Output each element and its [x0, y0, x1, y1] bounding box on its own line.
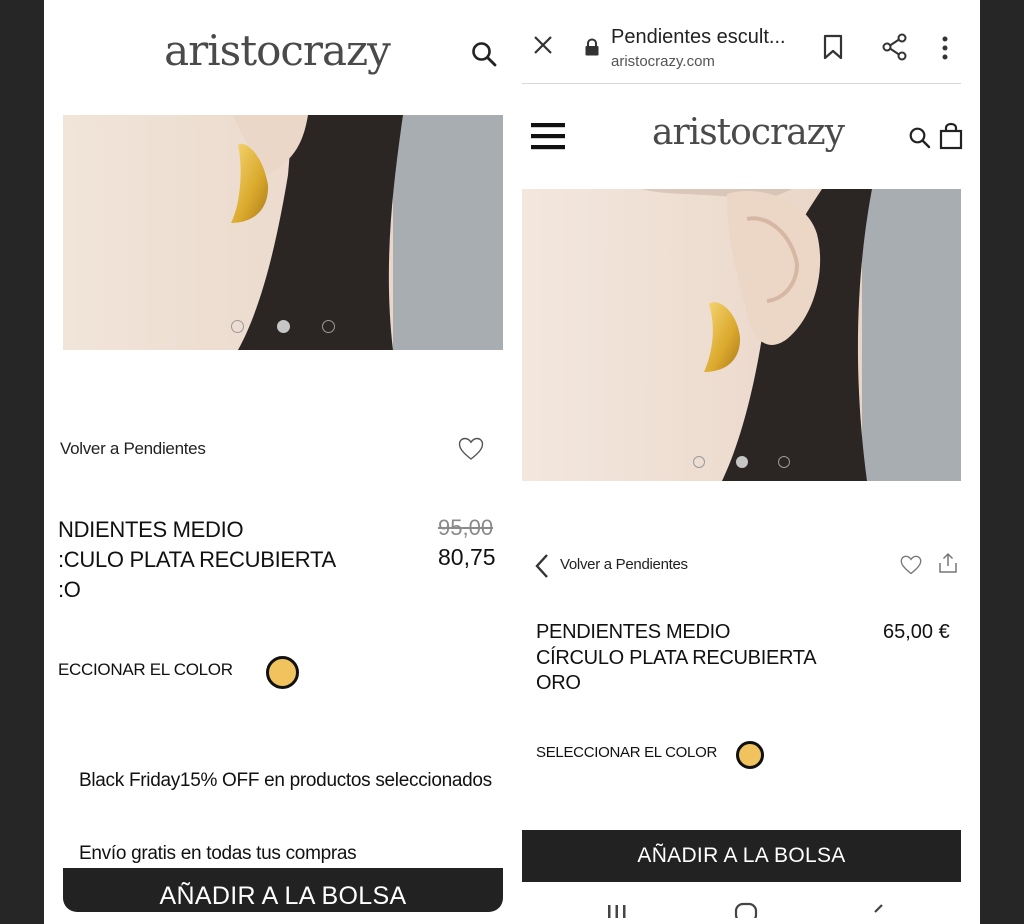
more-icon[interactable]: [941, 35, 949, 61]
brand-logo[interactable]: aristocrazy: [152, 26, 402, 75]
select-color-label: ECCIONAR EL COLOR: [58, 660, 233, 679]
add-to-bag-button[interactable]: AÑADIR A LA BOLSA: [522, 830, 961, 882]
bag-icon[interactable]: [939, 122, 963, 150]
promo-free-shipping: Envío gratis en todas tus compras: [79, 843, 357, 864]
heart-icon[interactable]: [458, 437, 484, 461]
sale-price: 80,75: [438, 544, 496, 570]
product-name: PENDIENTES MEDIO CÍRCULO PLATA RECUBIERT…: [536, 621, 817, 694]
carousel-dot-active[interactable]: [276, 320, 290, 333]
original-price: 95,00: [438, 515, 494, 540]
page-url[interactable]: aristocrazy.com: [611, 53, 715, 70]
color-swatch-gold[interactable]: [736, 741, 764, 769]
select-color-label: SELECCIONAR EL COLOR: [536, 744, 717, 761]
home-icon[interactable]: [734, 902, 758, 918]
carousel-dots[interactable]: [63, 320, 503, 338]
product-photo: [522, 189, 961, 481]
carousel-dot[interactable]: [231, 320, 245, 333]
promo-black-friday: Black Friday15% OFF en productos selecci…: [79, 770, 492, 791]
product-image-carousel[interactable]: [522, 189, 961, 481]
right-app-screen: Pendientes escult... aristocrazy.com ari…: [522, 0, 980, 924]
close-icon[interactable]: [532, 34, 554, 56]
search-icon[interactable]: [908, 126, 932, 150]
lock-icon: [585, 38, 599, 56]
chevron-left-icon[interactable]: [534, 552, 550, 580]
product-name: NDIENTES MEDIO :CULO PLATA RECUBIERTA :O: [58, 517, 336, 602]
screenshot-frame: aristocrazy Volver a Pendientes NDIENTES…: [44, 0, 980, 924]
upload-icon[interactable]: [938, 552, 958, 574]
recent-apps-icon[interactable]: [606, 902, 628, 918]
menu-icon[interactable]: [531, 122, 565, 150]
android-nav-bar: [522, 882, 961, 924]
carousel-dot[interactable]: [693, 456, 706, 468]
left-app-screen: aristocrazy Volver a Pendientes NDIENTES…: [44, 0, 522, 924]
carousel-dot[interactable]: [321, 320, 335, 333]
bookmark-icon[interactable]: [822, 34, 844, 60]
back-icon[interactable]: [870, 902, 886, 918]
heart-icon[interactable]: [900, 555, 922, 575]
share-icon[interactable]: [882, 33, 908, 61]
add-to-bag-button[interactable]: AÑADIR A LA BOLSA: [63, 868, 503, 912]
product-image-carousel[interactable]: [63, 115, 503, 350]
carousel-dots[interactable]: [522, 455, 961, 473]
browser-toolbar: Pendientes escult... aristocrazy.com: [522, 0, 961, 84]
brand-logo[interactable]: aristocrazy: [618, 112, 878, 153]
product-photo: [63, 115, 503, 350]
carousel-dot-active[interactable]: [735, 456, 748, 468]
carousel-dot[interactable]: [777, 456, 790, 468]
back-to-category-link[interactable]: Volver a Pendientes: [60, 439, 206, 459]
back-to-category-link[interactable]: Volver a Pendientes: [560, 556, 688, 573]
product-price: 65,00 €: [883, 621, 950, 643]
color-swatch-gold[interactable]: [266, 656, 299, 689]
page-title: Pendientes escult...: [611, 26, 786, 48]
search-icon[interactable]: [470, 40, 498, 68]
